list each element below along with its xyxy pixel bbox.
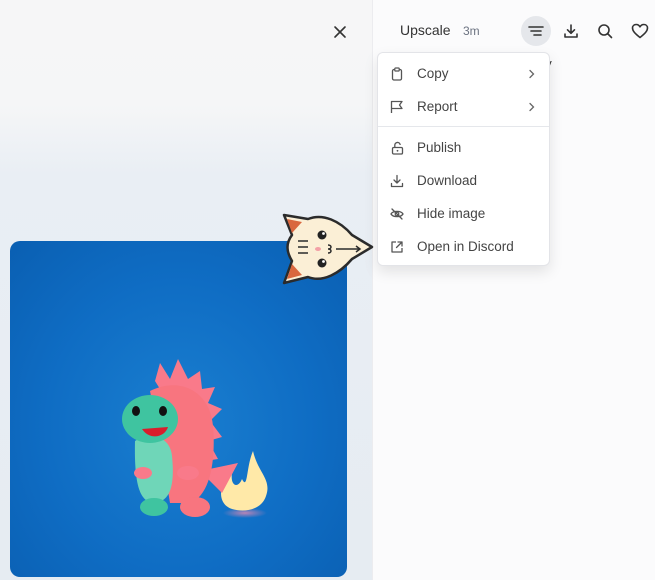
menu-divider bbox=[378, 126, 549, 127]
like-button[interactable] bbox=[625, 16, 655, 46]
download-icon bbox=[390, 174, 404, 188]
heart-icon bbox=[631, 23, 649, 39]
cat-cursor-icon bbox=[282, 213, 374, 285]
menu-item-open-in-discord[interactable]: Open in Discord bbox=[378, 230, 549, 263]
generated-image[interactable] bbox=[10, 241, 347, 577]
job-title: Upscale bbox=[400, 22, 451, 38]
options-menu-button[interactable] bbox=[521, 16, 551, 46]
download-icon bbox=[564, 24, 578, 38]
unlock-icon bbox=[390, 141, 404, 155]
menu-lines-icon bbox=[528, 26, 544, 36]
download-button[interactable] bbox=[556, 16, 586, 46]
menu-item-label: Open in Discord bbox=[417, 239, 514, 254]
chevron-right-icon bbox=[529, 102, 535, 111]
clipboard-icon bbox=[390, 66, 404, 81]
menu-item-label: Copy bbox=[417, 66, 449, 81]
options-dropdown-menu: Copy Report Publish Download Hide image … bbox=[377, 52, 550, 266]
eye-off-icon bbox=[390, 207, 404, 221]
search-button[interactable] bbox=[590, 16, 620, 46]
external-link-icon bbox=[390, 240, 404, 254]
search-icon bbox=[598, 24, 613, 39]
menu-item-download[interactable]: Download bbox=[378, 164, 549, 197]
close-button[interactable] bbox=[328, 20, 352, 44]
menu-item-publish[interactable]: Publish bbox=[378, 131, 549, 164]
chevron-right-icon bbox=[529, 69, 535, 78]
image-viewer-pane bbox=[0, 0, 372, 580]
menu-item-label: Report bbox=[417, 99, 458, 114]
job-time: 3m bbox=[463, 24, 480, 38]
menu-item-label: Download bbox=[417, 173, 478, 188]
menu-item-label: Hide image bbox=[417, 206, 486, 221]
flag-icon bbox=[390, 100, 404, 114]
menu-item-hide-image[interactable]: Hide image bbox=[378, 197, 549, 230]
close-icon bbox=[334, 26, 346, 38]
menu-item-copy[interactable]: Copy bbox=[378, 57, 549, 90]
dinosaur-image bbox=[122, 359, 268, 518]
menu-item-report[interactable]: Report bbox=[378, 90, 549, 123]
menu-item-label: Publish bbox=[417, 140, 462, 155]
